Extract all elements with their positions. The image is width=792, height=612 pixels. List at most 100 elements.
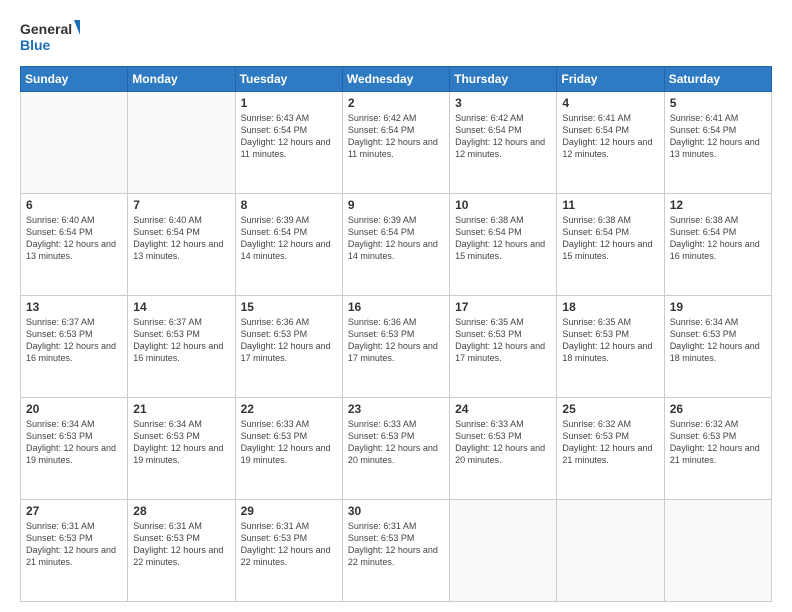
col-header-thursday: Thursday: [450, 67, 557, 92]
day-info: Sunrise: 6:42 AM Sunset: 6:54 PM Dayligh…: [348, 112, 444, 161]
calendar-cell: 15 Sunrise: 6:36 AM Sunset: 6:53 PM Dayli…: [235, 296, 342, 398]
day-info: Sunrise: 6:35 AM Sunset: 6:53 PM Dayligh…: [455, 316, 551, 365]
calendar-cell: 29Sunrise: 6:31 AM Sunset: 6:53 PM Dayli…: [235, 500, 342, 602]
page-header: General Blue: [20, 18, 772, 56]
calendar-table: SundayMondayTuesdayWednesdayThursdayFrid…: [20, 66, 772, 602]
calendar-cell: 19 Sunrise: 6:34 AM Sunset: 6:53 PM Dayli…: [664, 296, 771, 398]
day-info: Sunrise: 6:33 AM Sunset: 6:53 PM Dayligh…: [455, 418, 551, 467]
calendar-cell: 26 Sunrise: 6:32 AM Sunset: 6:53 PM Dayli…: [664, 398, 771, 500]
day-number: 4: [562, 96, 658, 110]
day-number: 5: [670, 96, 766, 110]
day-info: Sunrise: 6:37 AM Sunset: 6:53 PM Dayligh…: [133, 316, 229, 365]
calendar-cell: 28Sunrise: 6:31 AM Sunset: 6:53 PM Dayli…: [128, 500, 235, 602]
day-number: 10: [455, 198, 551, 212]
col-header-saturday: Saturday: [664, 67, 771, 92]
calendar-week-5: 27Sunrise: 6:31 AM Sunset: 6:53 PM Dayli…: [21, 500, 772, 602]
col-header-tuesday: Tuesday: [235, 67, 342, 92]
day-info: Sunrise: 6:33 AM Sunset: 6:53 PM Dayligh…: [241, 418, 337, 467]
day-number: 1: [241, 96, 337, 110]
calendar-cell: 25 Sunrise: 6:32 AM Sunset: 6:53 PM Dayli…: [557, 398, 664, 500]
calendar-cell: 7 Sunrise: 6:40 AM Sunset: 6:54 PM Daylig…: [128, 194, 235, 296]
day-info: Sunrise: 6:39 AM Sunset: 6:54 PM Dayligh…: [348, 214, 444, 263]
day-info: Sunrise: 6:36 AM Sunset: 6:53 PM Dayligh…: [241, 316, 337, 365]
calendar-week-1: 1 Sunrise: 6:43 AM Sunset: 6:54 PM Daylig…: [21, 92, 772, 194]
day-info: Sunrise: 6:32 AM Sunset: 6:53 PM Dayligh…: [670, 418, 766, 467]
calendar-cell: 13 Sunrise: 6:37 AM Sunset: 6:53 PM Dayli…: [21, 296, 128, 398]
calendar-header-row: SundayMondayTuesdayWednesdayThursdayFrid…: [21, 67, 772, 92]
day-info: Sunrise: 6:31 AM Sunset: 6:53 PM Dayligh…: [348, 520, 444, 569]
day-number: 23: [348, 402, 444, 416]
col-header-sunday: Sunday: [21, 67, 128, 92]
day-info: Sunrise: 6:33 AM Sunset: 6:53 PM Dayligh…: [348, 418, 444, 467]
calendar-week-2: 6 Sunrise: 6:40 AM Sunset: 6:54 PM Daylig…: [21, 194, 772, 296]
day-number: 20: [26, 402, 122, 416]
calendar-cell: 18 Sunrise: 6:35 AM Sunset: 6:53 PM Dayli…: [557, 296, 664, 398]
calendar-cell: 3Sunrise: 6:42 AM Sunset: 6:54 PM Daylig…: [450, 92, 557, 194]
day-info: Sunrise: 6:31 AM Sunset: 6:53 PM Dayligh…: [26, 520, 122, 569]
day-number: 6: [26, 198, 122, 212]
day-number: 11: [562, 198, 658, 212]
svg-text:Blue: Blue: [20, 37, 51, 53]
day-info: Sunrise: 6:35 AM Sunset: 6:53 PM Dayligh…: [562, 316, 658, 365]
day-number: 18: [562, 300, 658, 314]
calendar-week-4: 20 Sunrise: 6:34 AM Sunset: 6:53 PM Dayli…: [21, 398, 772, 500]
day-info: Sunrise: 6:40 AM Sunset: 6:54 PM Dayligh…: [133, 214, 229, 263]
calendar-cell: 17Sunrise: 6:35 AM Sunset: 6:53 PM Dayli…: [450, 296, 557, 398]
day-number: 19: [670, 300, 766, 314]
day-info: Sunrise: 6:38 AM Sunset: 6:54 PM Dayligh…: [670, 214, 766, 263]
col-header-monday: Monday: [128, 67, 235, 92]
calendar-cell: 2 Sunrise: 6:42 AM Sunset: 6:54 PM Daylig…: [342, 92, 449, 194]
day-info: Sunrise: 6:37 AM Sunset: 6:53 PM Dayligh…: [26, 316, 122, 365]
calendar-cell: [664, 500, 771, 602]
day-info: Sunrise: 6:36 AM Sunset: 6:53 PM Dayligh…: [348, 316, 444, 365]
calendar-cell: [128, 92, 235, 194]
day-info: Sunrise: 6:34 AM Sunset: 6:53 PM Dayligh…: [670, 316, 766, 365]
calendar-cell: 9 Sunrise: 6:39 AM Sunset: 6:54 PM Daylig…: [342, 194, 449, 296]
calendar-cell: 23 Sunrise: 6:33 AM Sunset: 6:53 PM Dayli…: [342, 398, 449, 500]
calendar-cell: 20 Sunrise: 6:34 AM Sunset: 6:53 PM Dayli…: [21, 398, 128, 500]
logo: General Blue: [20, 18, 80, 56]
calendar-cell: 16 Sunrise: 6:36 AM Sunset: 6:53 PM Dayli…: [342, 296, 449, 398]
day-number: 22: [241, 402, 337, 416]
col-header-friday: Friday: [557, 67, 664, 92]
day-number: 2: [348, 96, 444, 110]
calendar-cell: 6 Sunrise: 6:40 AM Sunset: 6:54 PM Daylig…: [21, 194, 128, 296]
day-number: 7: [133, 198, 229, 212]
calendar-cell: 8 Sunrise: 6:39 AM Sunset: 6:54 PM Daylig…: [235, 194, 342, 296]
calendar-week-3: 13 Sunrise: 6:37 AM Sunset: 6:53 PM Dayli…: [21, 296, 772, 398]
calendar-cell: [450, 500, 557, 602]
day-info: Sunrise: 6:32 AM Sunset: 6:53 PM Dayligh…: [562, 418, 658, 467]
calendar-cell: 14 Sunrise: 6:37 AM Sunset: 6:53 PM Dayli…: [128, 296, 235, 398]
day-number: 26: [670, 402, 766, 416]
day-number: 15: [241, 300, 337, 314]
day-info: Sunrise: 6:39 AM Sunset: 6:54 PM Dayligh…: [241, 214, 337, 263]
calendar-cell: [557, 500, 664, 602]
day-info: Sunrise: 6:43 AM Sunset: 6:54 PM Dayligh…: [241, 112, 337, 161]
calendar-cell: 5Sunrise: 6:41 AM Sunset: 6:54 PM Daylig…: [664, 92, 771, 194]
day-number: 16: [348, 300, 444, 314]
day-number: 24: [455, 402, 551, 416]
logo-icon: General Blue: [20, 18, 80, 56]
calendar-cell: 4Sunrise: 6:41 AM Sunset: 6:54 PM Daylig…: [557, 92, 664, 194]
day-number: 25: [562, 402, 658, 416]
day-info: Sunrise: 6:34 AM Sunset: 6:53 PM Dayligh…: [26, 418, 122, 467]
day-info: Sunrise: 6:38 AM Sunset: 6:54 PM Dayligh…: [562, 214, 658, 263]
day-number: 13: [26, 300, 122, 314]
calendar-cell: [21, 92, 128, 194]
day-info: Sunrise: 6:34 AM Sunset: 6:53 PM Dayligh…: [133, 418, 229, 467]
calendar-cell: 21Sunrise: 6:34 AM Sunset: 6:53 PM Dayli…: [128, 398, 235, 500]
calendar-cell: 10Sunrise: 6:38 AM Sunset: 6:54 PM Dayli…: [450, 194, 557, 296]
day-number: 14: [133, 300, 229, 314]
calendar-cell: 22 Sunrise: 6:33 AM Sunset: 6:53 PM Dayli…: [235, 398, 342, 500]
day-info: Sunrise: 6:42 AM Sunset: 6:54 PM Dayligh…: [455, 112, 551, 161]
day-number: 12: [670, 198, 766, 212]
day-number: 30: [348, 504, 444, 518]
calendar-cell: 24 Sunrise: 6:33 AM Sunset: 6:53 PM Dayli…: [450, 398, 557, 500]
col-header-wednesday: Wednesday: [342, 67, 449, 92]
calendar-cell: 27Sunrise: 6:31 AM Sunset: 6:53 PM Dayli…: [21, 500, 128, 602]
day-info: Sunrise: 6:31 AM Sunset: 6:53 PM Dayligh…: [133, 520, 229, 569]
svg-text:General: General: [20, 21, 72, 37]
day-info: Sunrise: 6:40 AM Sunset: 6:54 PM Dayligh…: [26, 214, 122, 263]
day-number: 8: [241, 198, 337, 212]
day-number: 9: [348, 198, 444, 212]
